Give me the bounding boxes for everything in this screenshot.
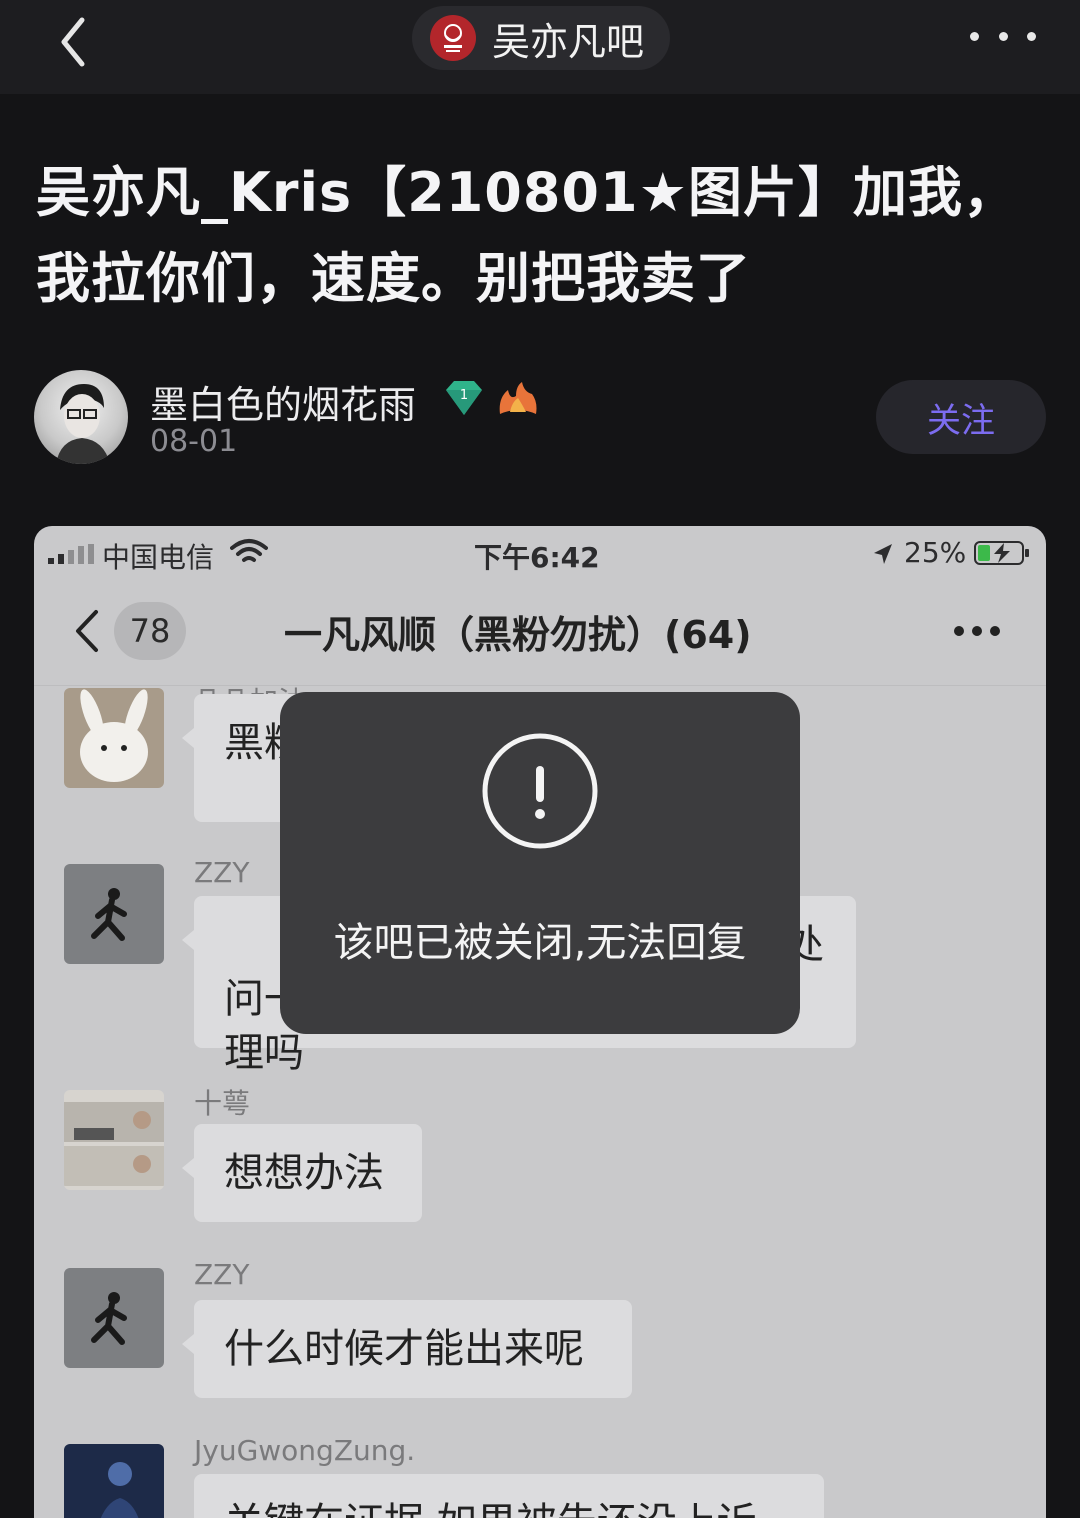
top-nav-bar: 吴亦凡吧 (0, 0, 1080, 94)
more-dot (1027, 31, 1036, 41)
level-badge-number: 1 (460, 388, 468, 403)
runner-avatar-icon (64, 1268, 164, 1368)
closed-forum-toast: 该吧已被关闭,无法回复 (280, 692, 800, 1034)
author-name[interactable]: 墨白色的烟花雨 (150, 374, 416, 429)
carrier-name: 中国电信 (102, 541, 215, 574)
wifi-icon (230, 539, 268, 562)
post-date: 08-01 (150, 424, 238, 459)
message-bubble[interactable]: 关键在证据 如果被告还没上诉 (194, 1474, 824, 1518)
battery-percent: 25% (904, 536, 967, 569)
back-button[interactable] (52, 8, 112, 68)
chat-more-button[interactable] (954, 626, 1000, 638)
message-avatar[interactable] (64, 1444, 164, 1518)
dragon-logo-icon (444, 24, 462, 52)
runner-avatar-icon (64, 864, 164, 964)
signal-icon (48, 544, 94, 564)
message-bubble[interactable]: 想想办法 (182, 1124, 422, 1222)
more-button[interactable] (970, 16, 1036, 56)
author-avatar[interactable] (34, 370, 128, 464)
message-bubble[interactable]: 什么时候才能出来呢 (182, 1300, 632, 1398)
chevron-left-icon (61, 17, 85, 67)
exclamation-circle-icon (482, 733, 598, 849)
message-sender: JyuGwongZung. (194, 1434, 416, 1467)
rabbit-avatar-icon (64, 688, 164, 788)
status-time: 下午6:42 (474, 541, 600, 574)
message-avatar[interactable] (64, 864, 164, 964)
fire-badge-icon (499, 382, 537, 414)
battery-charging-icon (974, 541, 1029, 565)
toast-message: 该吧已被关闭,无法回复 (333, 920, 747, 966)
message-sender: 十萼 (194, 1087, 251, 1120)
chat-header: 78 一凡风顺（黑粉勿扰）(64) (34, 586, 1046, 686)
message-avatar[interactable] (64, 1268, 164, 1368)
meme-avatar-icon (64, 1090, 164, 1190)
more-dot (998, 31, 1008, 41)
chat-back-icon[interactable] (72, 608, 100, 654)
unread-count-badge[interactable]: 78 (114, 602, 186, 660)
message-avatar[interactable] (64, 688, 164, 788)
gem-level-icon: 1 (446, 381, 482, 415)
message-avatar[interactable] (64, 1090, 164, 1190)
forum-pill[interactable]: 吴亦凡吧 (412, 6, 670, 70)
forum-name: 吴亦凡吧 (492, 19, 645, 64)
post-title: 吴亦凡_Kris【210801★图片】加我，我拉你们，速度。别把我卖了 (36, 161, 1018, 310)
forum-logo (430, 15, 476, 61)
message-sender: ZZY (194, 856, 250, 889)
follow-button[interactable]: 关注 (876, 380, 1046, 454)
message-sender: ZZY (194, 1258, 250, 1291)
chat-group-name: 一凡风顺（黑粉勿扰）(64) (284, 613, 752, 657)
author-avatar-image (56, 384, 110, 464)
status-bar: 中国电信 下午6:42 25% (34, 526, 1046, 582)
more-dot (970, 31, 979, 41)
night-avatar-icon (64, 1444, 164, 1518)
location-arrow-icon (874, 544, 892, 564)
